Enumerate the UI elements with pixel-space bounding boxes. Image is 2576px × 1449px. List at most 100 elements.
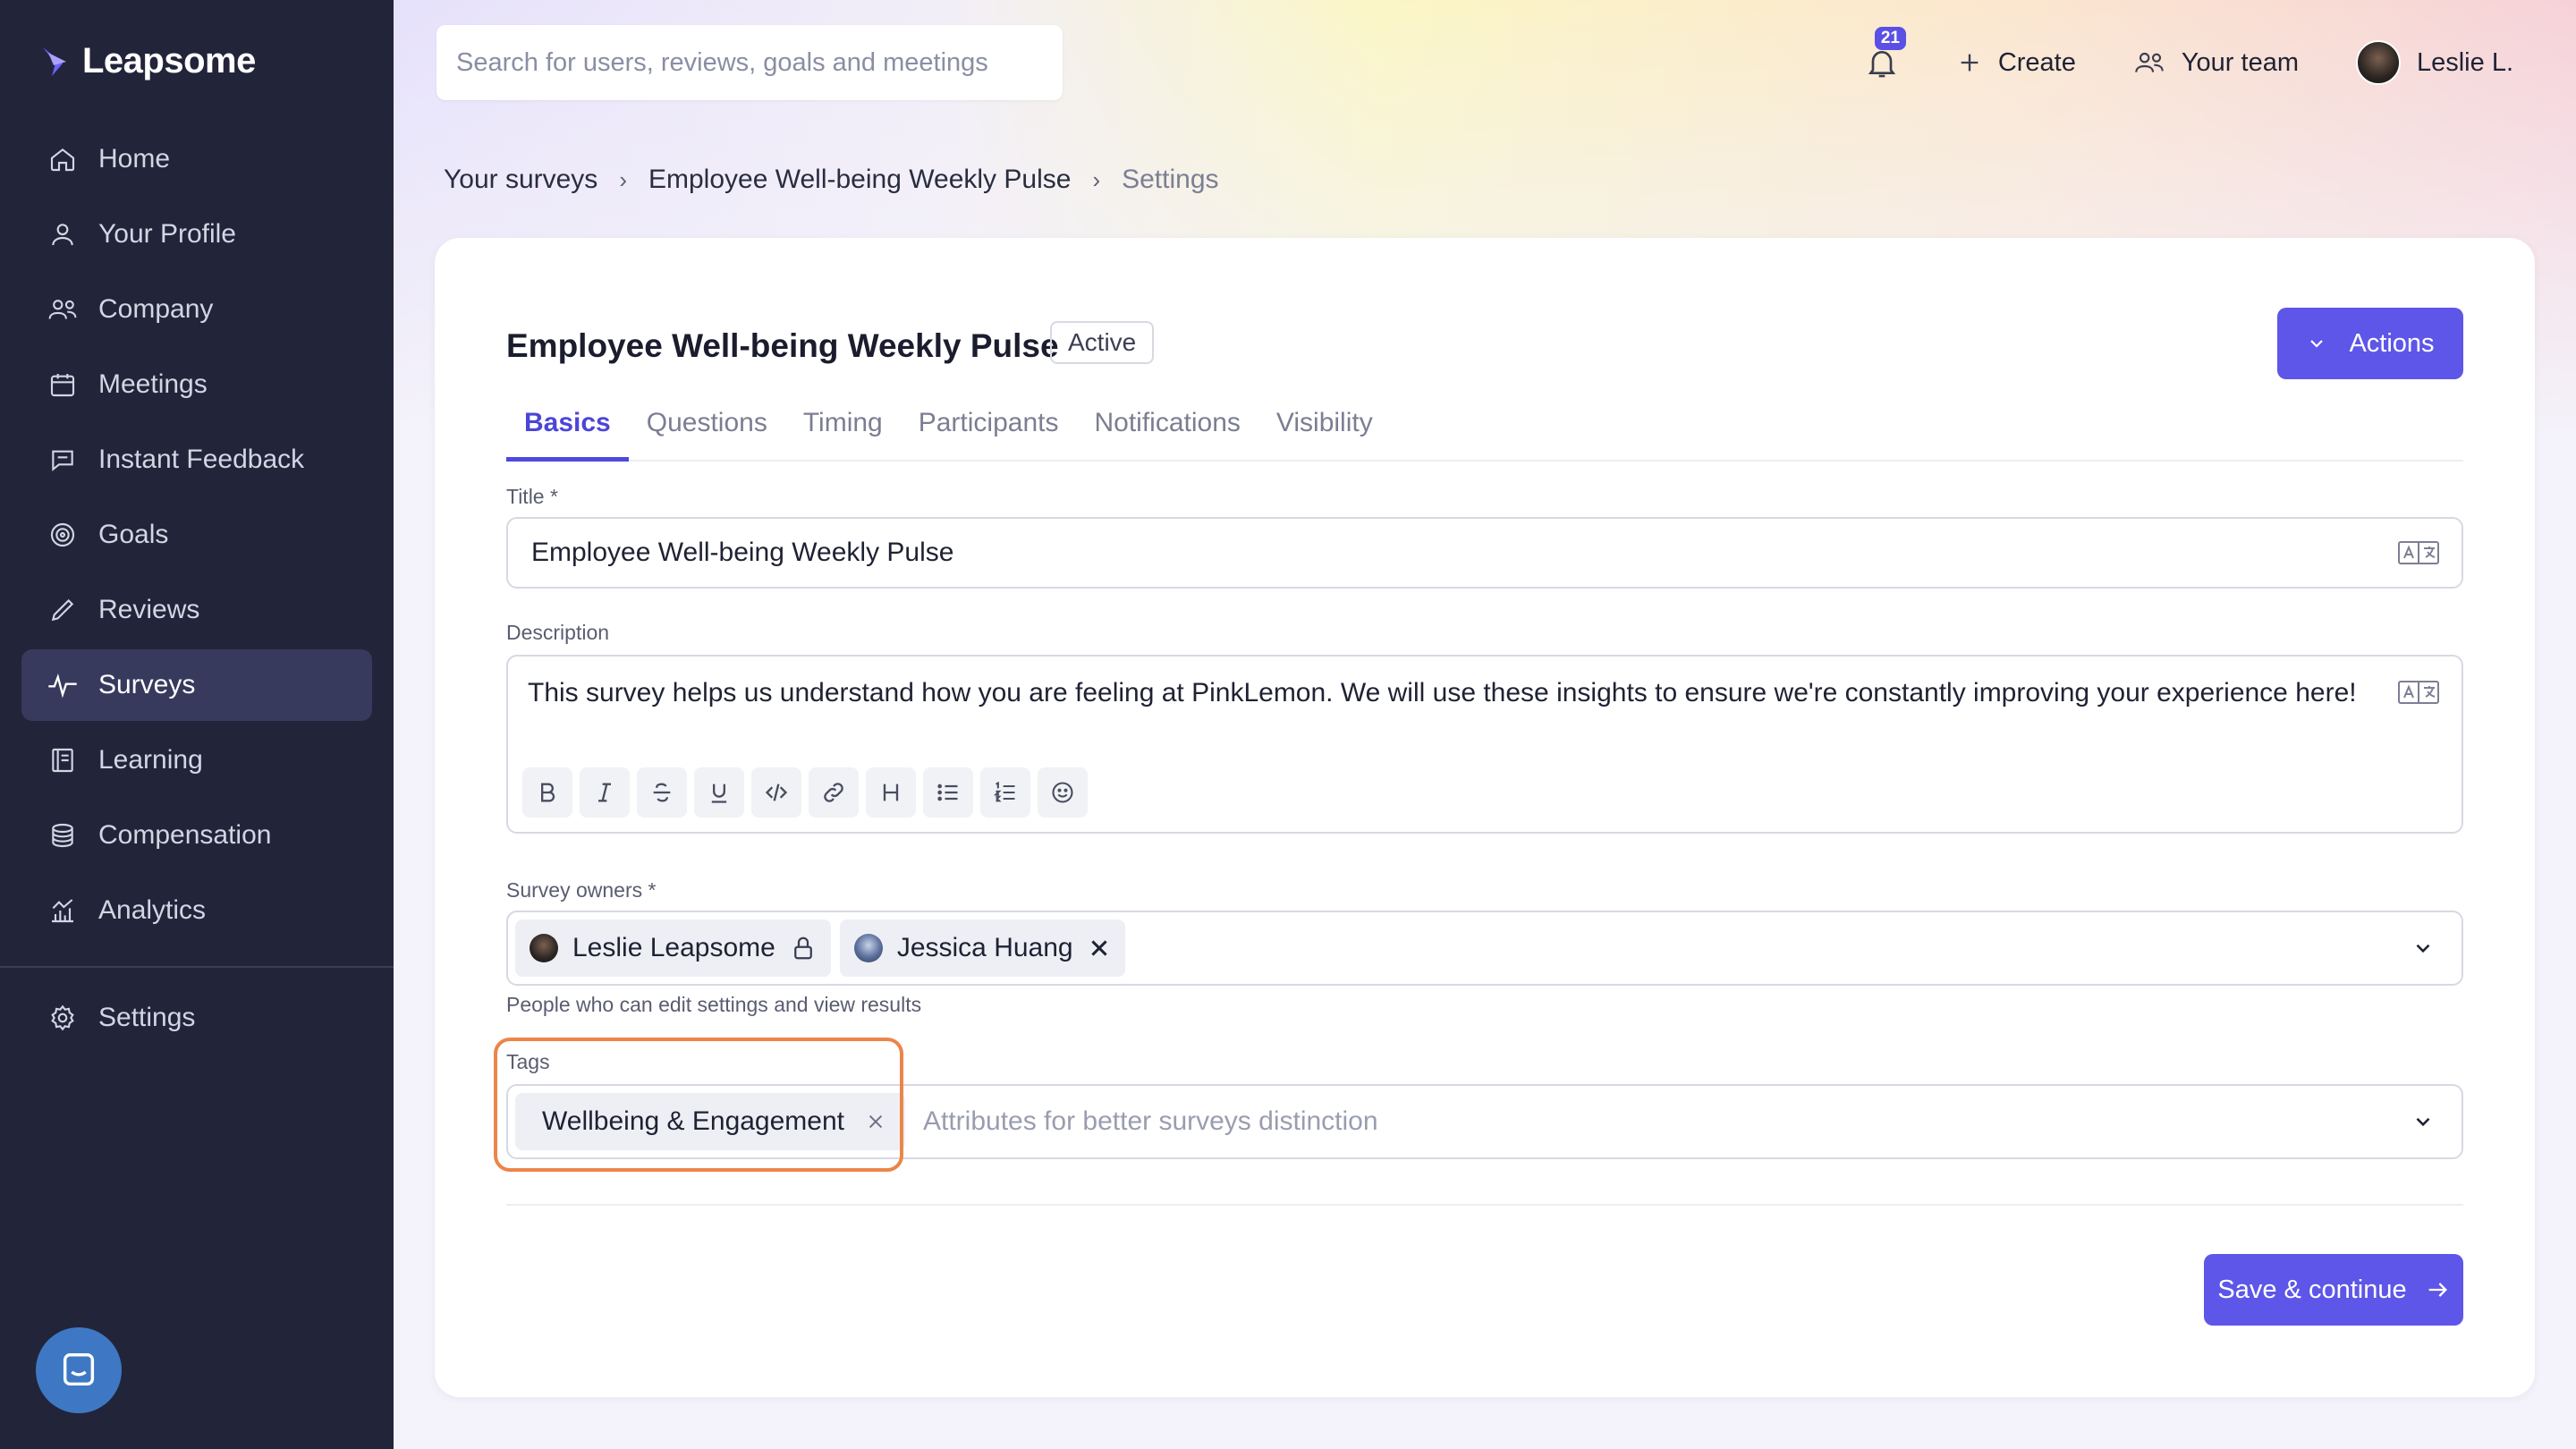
owner-name: Leslie Leapsome: [572, 933, 775, 962]
arrow-right-icon: [2428, 1283, 2447, 1297]
pencil-icon: [47, 594, 79, 626]
sidebar-item-settings[interactable]: Settings: [21, 982, 372, 1054]
plus-icon: [1961, 54, 1979, 72]
owner-chip: Leslie Leapsome: [515, 919, 831, 977]
sidebar-item-goals[interactable]: Goals: [21, 499, 372, 571]
title-value: Employee Well-being Weekly Pulse: [531, 538, 954, 567]
link-icon: [824, 783, 843, 802]
breadcrumb-your-surveys[interactable]: Your surveys: [444, 165, 597, 195]
numbered-list-button[interactable]: [980, 767, 1030, 818]
your-team-button[interactable]: Your team: [2133, 48, 2299, 78]
close-icon[interactable]: [866, 1112, 886, 1131]
status-badge: Active: [1050, 321, 1155, 364]
chevron-right-icon: ›: [1092, 165, 1101, 193]
sidebar-item-label: Analytics: [98, 895, 207, 925]
main-area: Search for users, reviews, goals and mee…: [394, 0, 2576, 1449]
italic-button[interactable]: [580, 767, 630, 818]
bar-chart-icon: [47, 894, 79, 927]
tab-basics[interactable]: Basics: [506, 397, 629, 462]
description-label: Description: [506, 621, 610, 644]
sidebar-item-label: Company: [98, 294, 214, 324]
chevron-down-icon[interactable]: [2411, 936, 2435, 960]
title-label: Title *: [506, 485, 558, 508]
actions-label: Actions: [2349, 328, 2435, 358]
link-button[interactable]: [809, 767, 859, 818]
sidebar-item-compensation[interactable]: Compensation: [21, 800, 372, 871]
save-continue-button[interactable]: Save & continue: [2204, 1254, 2463, 1326]
close-icon[interactable]: [1088, 936, 1111, 960]
italic-icon: [598, 783, 611, 802]
code-button[interactable]: [751, 767, 801, 818]
sidebar-divider: [0, 966, 394, 968]
leapsome-logo[interactable]: Leapsome: [39, 41, 256, 81]
calendar-icon: [47, 369, 79, 401]
sidebar-item-reviews[interactable]: Reviews: [21, 574, 372, 646]
card-divider: [506, 1204, 2463, 1206]
global-search-input[interactable]: Search for users, reviews, goals and mee…: [436, 25, 1063, 100]
breadcrumb-current: Settings: [1122, 165, 1219, 194]
book-icon: [47, 744, 79, 776]
avatar: [853, 934, 883, 962]
emoji-button[interactable]: [1038, 767, 1088, 818]
users-icon: [47, 293, 79, 326]
tab-visibility[interactable]: Visibility: [1258, 397, 1391, 462]
translate-icon[interactable]: [2397, 538, 2440, 567]
top-bar: 21 Create Your team Leslie L.: [1864, 25, 2513, 100]
title-field[interactable]: Employee Well-being Weekly Pulse: [506, 517, 2463, 589]
user-menu[interactable]: Leslie L.: [2355, 40, 2513, 85]
team-icon: [2135, 52, 2164, 72]
sidebar-item-instant-feedback[interactable]: Instant Feedback: [21, 424, 372, 496]
description-editor[interactable]: This survey helps us understand how you …: [506, 655, 2463, 834]
sidebar-settings-section: Settings: [21, 982, 372, 1057]
breadcrumb-survey[interactable]: Employee Well-being Weekly Pulse: [648, 165, 1071, 195]
create-button[interactable]: Create: [1957, 48, 2076, 78]
bullet-list-icon: [937, 784, 958, 801]
sidebar-item-label: Your Profile: [98, 219, 236, 249]
sidebar-item-label: Goals: [98, 520, 169, 549]
sidebar: Leapsome Home Your Profile Company Meeti…: [0, 0, 394, 1449]
sidebar-item-analytics[interactable]: Analytics: [21, 875, 372, 946]
home-icon: [47, 143, 79, 175]
heading-button[interactable]: [866, 767, 916, 818]
underline-button[interactable]: [694, 767, 744, 818]
sidebar-item-your-profile[interactable]: Your Profile: [21, 199, 372, 270]
chat-icon: [47, 444, 79, 476]
actions-button[interactable]: Actions: [2277, 308, 2463, 379]
numbered-list-icon: [993, 781, 1015, 802]
emoji-icon: [1052, 782, 1073, 803]
owner-name: Jessica Huang: [896, 933, 1073, 962]
heading-icon: [883, 784, 899, 801]
tab-participants[interactable]: Participants: [901, 397, 1077, 462]
coins-icon: [47, 819, 79, 852]
survey-owners-helper: People who can edit settings and view re…: [506, 993, 922, 1016]
strikethrough-icon: [653, 783, 671, 802]
tab-questions[interactable]: Questions: [629, 397, 785, 462]
formatting-toolbar: [522, 767, 1088, 818]
target-icon: [47, 519, 79, 551]
sidebar-item-label: Compensation: [98, 820, 272, 850]
sidebar-item-meetings[interactable]: Meetings: [21, 349, 372, 420]
survey-settings-card: Employee Well-being Weekly Pulse Active …: [435, 238, 2535, 1397]
owner-chip: Jessica Huang: [839, 919, 1125, 977]
tab-notifications[interactable]: Notifications: [1076, 397, 1258, 462]
tab-timing[interactable]: Timing: [785, 397, 901, 462]
gear-icon: [47, 1002, 79, 1034]
description-value: This survey helps us understand how you …: [528, 678, 2357, 708]
notification-count-badge: 21: [1874, 27, 1906, 50]
sidebar-item-company[interactable]: Company: [21, 274, 372, 345]
strikethrough-button[interactable]: [637, 767, 687, 818]
tab-bar: Basics Questions Timing Participants Not…: [506, 397, 2463, 462]
chevron-down-icon[interactable]: [2411, 1110, 2435, 1133]
support-chat-button[interactable]: [36, 1327, 122, 1413]
notifications-button[interactable]: 21: [1864, 27, 1906, 80]
bullet-list-button[interactable]: [923, 767, 973, 818]
translate-icon[interactable]: [2397, 678, 2440, 707]
sidebar-item-learning[interactable]: Learning: [21, 724, 372, 796]
sidebar-item-home[interactable]: Home: [21, 123, 372, 195]
survey-owners-select[interactable]: Leslie Leapsome Jessica Huang: [506, 911, 2463, 986]
tag-chip: Wellbeing & Engagement: [515, 1093, 905, 1150]
sidebar-item-surveys[interactable]: Surveys: [21, 649, 372, 721]
bold-button[interactable]: [522, 767, 572, 818]
underline-icon: [711, 784, 727, 803]
tags-select[interactable]: Wellbeing & Engagement Attributes for be…: [506, 1084, 2463, 1159]
